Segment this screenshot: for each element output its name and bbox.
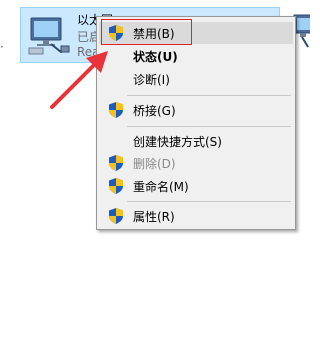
menu-item-rename[interactable]: 重命名(M) [99, 175, 293, 197]
shield-icon [109, 102, 123, 118]
menu-item-label: 属性(R) [133, 210, 175, 224]
menu-item-properties[interactable]: 属性(R) [99, 205, 293, 227]
menu-item-diagnose[interactable]: 诊断(I) [99, 68, 293, 90]
stray-dot: · [0, 40, 4, 54]
context-menu: 禁用(B) 状态(U) 诊断(I) 桥接(G) 创建快捷方式(S) 删除(D) … [96, 16, 296, 230]
menu-separator [127, 95, 291, 96]
menu-item-label: 删除(D) [133, 157, 176, 171]
menu-item-status[interactable]: 状态(U) [99, 45, 293, 67]
shield-icon [109, 178, 123, 194]
shield-icon [109, 155, 123, 171]
menu-item-label: 重命名(M) [133, 180, 189, 194]
menu-item-label: 桥接(G) [133, 104, 176, 118]
shield-icon [109, 208, 123, 224]
menu-item-label: 创建快捷方式(S) [133, 135, 222, 149]
menu-separator [127, 201, 291, 202]
menu-item-create-shortcut[interactable]: 创建快捷方式(S) [99, 130, 293, 152]
menu-item-label: 诊断(I) [133, 73, 170, 87]
screenshot-canvas: · 以太网 已启 Rea 禁用(B) 状态(U) 诊断(I) 桥接(G) 创建快… [0, 0, 310, 341]
highlight-box [101, 19, 192, 45]
menu-item-delete[interactable]: 删除(D) [99, 152, 293, 174]
menu-separator [127, 126, 291, 127]
menu-item-label: 状态(U) [133, 50, 178, 64]
network-adapter-icon [28, 17, 70, 55]
menu-item-bridge[interactable]: 桥接(G) [99, 99, 293, 121]
